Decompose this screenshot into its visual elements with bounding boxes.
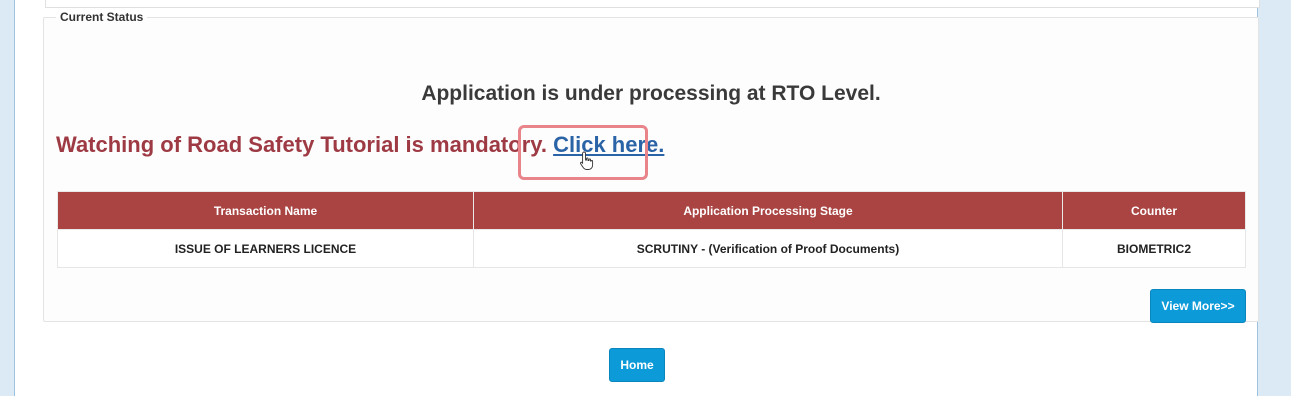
home-button[interactable]: Home	[609, 348, 665, 382]
table-row: ISSUE OF LEARNERS LICENCE SCRUTINY - (Ve…	[57, 229, 1246, 268]
cell-transaction-name: ISSUE OF LEARNERS LICENCE	[57, 229, 474, 268]
tutorial-notice-text: Watching of Road Safety Tutorial is mand…	[56, 132, 547, 157]
table-header-row: Transaction Name Application Processing …	[57, 191, 1246, 230]
previous-section-edge	[45, 0, 1260, 8]
current-status-fieldset: Current Status Application is under proc…	[43, 10, 1259, 323]
cell-processing-stage: SCRUTINY - (Verification of Proof Docume…	[473, 229, 1063, 268]
cell-counter: BIOMETRIC2	[1062, 229, 1246, 268]
main-panel: Current Status Application is under proc…	[14, 0, 1260, 396]
fieldset-legend: Current Status	[60, 10, 144, 24]
col-processing-stage: Application Processing Stage	[473, 191, 1063, 230]
col-transaction-name: Transaction Name	[57, 191, 474, 230]
view-more-button[interactable]: View More>>	[1150, 289, 1246, 323]
col-counter: Counter	[1062, 191, 1246, 230]
status-table: Transaction Name Application Processing …	[57, 191, 1246, 268]
hand-cursor-icon	[580, 151, 594, 170]
status-headline: Application is under processing at RTO L…	[421, 82, 881, 105]
